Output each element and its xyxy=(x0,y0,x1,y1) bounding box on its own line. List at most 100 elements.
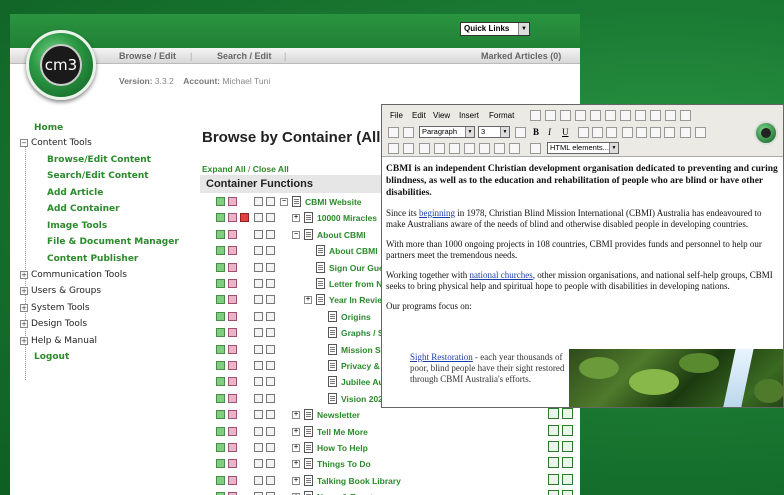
preview-icon[interactable] xyxy=(228,246,237,256)
move-icon[interactable] xyxy=(266,443,275,452)
insert-row-icon[interactable] xyxy=(419,143,430,154)
edit-icon[interactable] xyxy=(216,459,225,469)
preview-icon[interactable] xyxy=(228,426,237,436)
preview-icon[interactable] xyxy=(228,328,237,338)
edit-icon[interactable] xyxy=(216,328,225,338)
move-icon[interactable] xyxy=(266,246,275,256)
container-label[interactable]: Tell Me More xyxy=(317,427,368,437)
add-icon[interactable] xyxy=(254,246,263,256)
container-label[interactable]: About CBMI xyxy=(329,246,378,256)
expand-icon[interactable]: + xyxy=(292,427,300,436)
edit-icon[interactable] xyxy=(216,361,225,370)
publish-icon[interactable] xyxy=(548,457,559,469)
sidebar-item-file-manager[interactable]: File & Document Manager xyxy=(47,237,179,247)
special-char-icon[interactable] xyxy=(530,143,541,154)
nav-search-edit[interactable]: Search / Edit xyxy=(217,51,272,61)
container-label[interactable]: About CBMI xyxy=(317,230,366,240)
expand-icon[interactable]: + xyxy=(20,303,28,312)
container-label[interactable]: 10000 Miracles xyxy=(317,213,377,223)
style-icon[interactable] xyxy=(388,127,399,138)
preview-icon[interactable] xyxy=(228,410,237,420)
sidebar-item-content-publisher[interactable]: Content Publisher xyxy=(47,254,138,264)
sidebar-item-image-tools[interactable]: Image Tools xyxy=(47,221,107,231)
sidebar-item-system-tools[interactable]: + System Tools xyxy=(20,303,90,313)
find-icon[interactable] xyxy=(635,110,646,121)
menu-format[interactable]: Format xyxy=(489,111,514,120)
insert-col-icon[interactable] xyxy=(449,143,460,154)
align-left-icon[interactable] xyxy=(578,127,589,138)
add-icon[interactable] xyxy=(254,197,263,206)
settings-icon[interactable] xyxy=(562,457,573,469)
expand-icon[interactable]: + xyxy=(20,319,28,328)
redo-icon[interactable] xyxy=(620,110,631,121)
delete-row-icon[interactable] xyxy=(434,143,445,154)
edit-icon[interactable] xyxy=(216,393,225,403)
container-label[interactable]: Newsletter xyxy=(317,410,360,420)
edit-icon[interactable] xyxy=(216,229,225,239)
add-icon[interactable] xyxy=(254,459,263,469)
sidebar-item-home[interactable]: Home xyxy=(34,123,63,133)
unordered-list-icon[interactable] xyxy=(636,127,647,138)
sidebar-item-design-tools[interactable]: + Design Tools xyxy=(20,319,87,329)
move-icon[interactable] xyxy=(266,475,275,485)
collapse-icon[interactable]: − xyxy=(20,138,28,147)
expand-all-link[interactable]: Expand All xyxy=(202,164,246,174)
delete-col-icon[interactable] xyxy=(464,143,475,154)
align-right-icon[interactable] xyxy=(606,127,617,138)
table-row[interactable]: + Tell Me More xyxy=(200,424,580,440)
move-icon[interactable] xyxy=(266,328,275,338)
sidebar-item-content-tools[interactable]: − Content Tools xyxy=(20,138,92,148)
move-icon[interactable] xyxy=(266,361,275,370)
indent-icon[interactable] xyxy=(664,127,675,138)
edit-icon[interactable] xyxy=(216,246,225,256)
publish-icon[interactable] xyxy=(548,490,559,495)
preview-icon[interactable] xyxy=(228,262,237,272)
expand-icon[interactable]: + xyxy=(304,296,312,305)
sidebar-item-search-edit[interactable]: Search/Edit Content xyxy=(47,171,149,181)
expand-icon[interactable]: + xyxy=(292,411,300,420)
move-icon[interactable] xyxy=(266,262,275,272)
national-churches-link[interactable]: national churches xyxy=(470,270,533,280)
move-icon[interactable] xyxy=(266,426,275,436)
hr-icon[interactable] xyxy=(509,143,520,154)
edit-icon[interactable] xyxy=(216,262,225,272)
preview-icon[interactable] xyxy=(228,377,237,387)
edit-icon[interactable] xyxy=(216,213,225,223)
delete-icon[interactable] xyxy=(240,213,249,223)
table-row[interactable]: + Things To Do xyxy=(200,456,580,472)
add-icon[interactable] xyxy=(254,311,263,321)
add-icon[interactable] xyxy=(254,393,263,403)
expand-icon[interactable]: + xyxy=(292,460,300,469)
merge-cell-icon[interactable] xyxy=(494,143,505,154)
sight-restoration-link[interactable]: Sight Restoration xyxy=(410,352,473,362)
marked-articles-link[interactable]: Marked Articles (0) xyxy=(481,51,561,61)
format-painter-icon[interactable] xyxy=(515,127,526,138)
publish-icon[interactable] xyxy=(548,441,559,452)
copy-icon[interactable] xyxy=(590,110,601,121)
table-props-icon[interactable] xyxy=(403,143,414,154)
highlight-icon[interactable] xyxy=(695,127,706,138)
sidebar-item-help-manual[interactable]: + Help & Manual xyxy=(20,336,97,346)
move-icon[interactable] xyxy=(266,393,275,403)
text-color-icon[interactable] xyxy=(680,127,691,138)
preview-icon[interactable] xyxy=(228,344,237,354)
image-icon[interactable] xyxy=(680,110,691,121)
move-icon[interactable] xyxy=(266,295,275,305)
menu-edit[interactable]: Edit xyxy=(412,111,426,120)
container-label[interactable]: Talking Book Library xyxy=(317,476,401,486)
container-label[interactable]: Letter from Na xyxy=(329,279,387,289)
move-icon[interactable] xyxy=(266,279,275,288)
preview-icon[interactable] xyxy=(228,361,237,370)
edit-icon[interactable] xyxy=(216,295,225,305)
bold-button[interactable]: B xyxy=(533,127,539,137)
sidebar-item-browse-edit[interactable]: Browse/Edit Content xyxy=(47,155,151,165)
add-icon[interactable] xyxy=(254,262,263,272)
move-icon[interactable] xyxy=(266,213,275,223)
cut-icon[interactable] xyxy=(575,110,586,121)
table-row[interactable]: + Talking Book Library xyxy=(200,473,580,489)
nav-browse-edit[interactable]: Browse / Edit xyxy=(119,51,176,61)
editor-content[interactable]: CBMI is an independent Christian develop… xyxy=(386,163,781,321)
preview-icon[interactable] xyxy=(228,443,237,452)
container-label[interactable]: Things To Do xyxy=(317,459,371,469)
add-icon[interactable] xyxy=(254,426,263,436)
